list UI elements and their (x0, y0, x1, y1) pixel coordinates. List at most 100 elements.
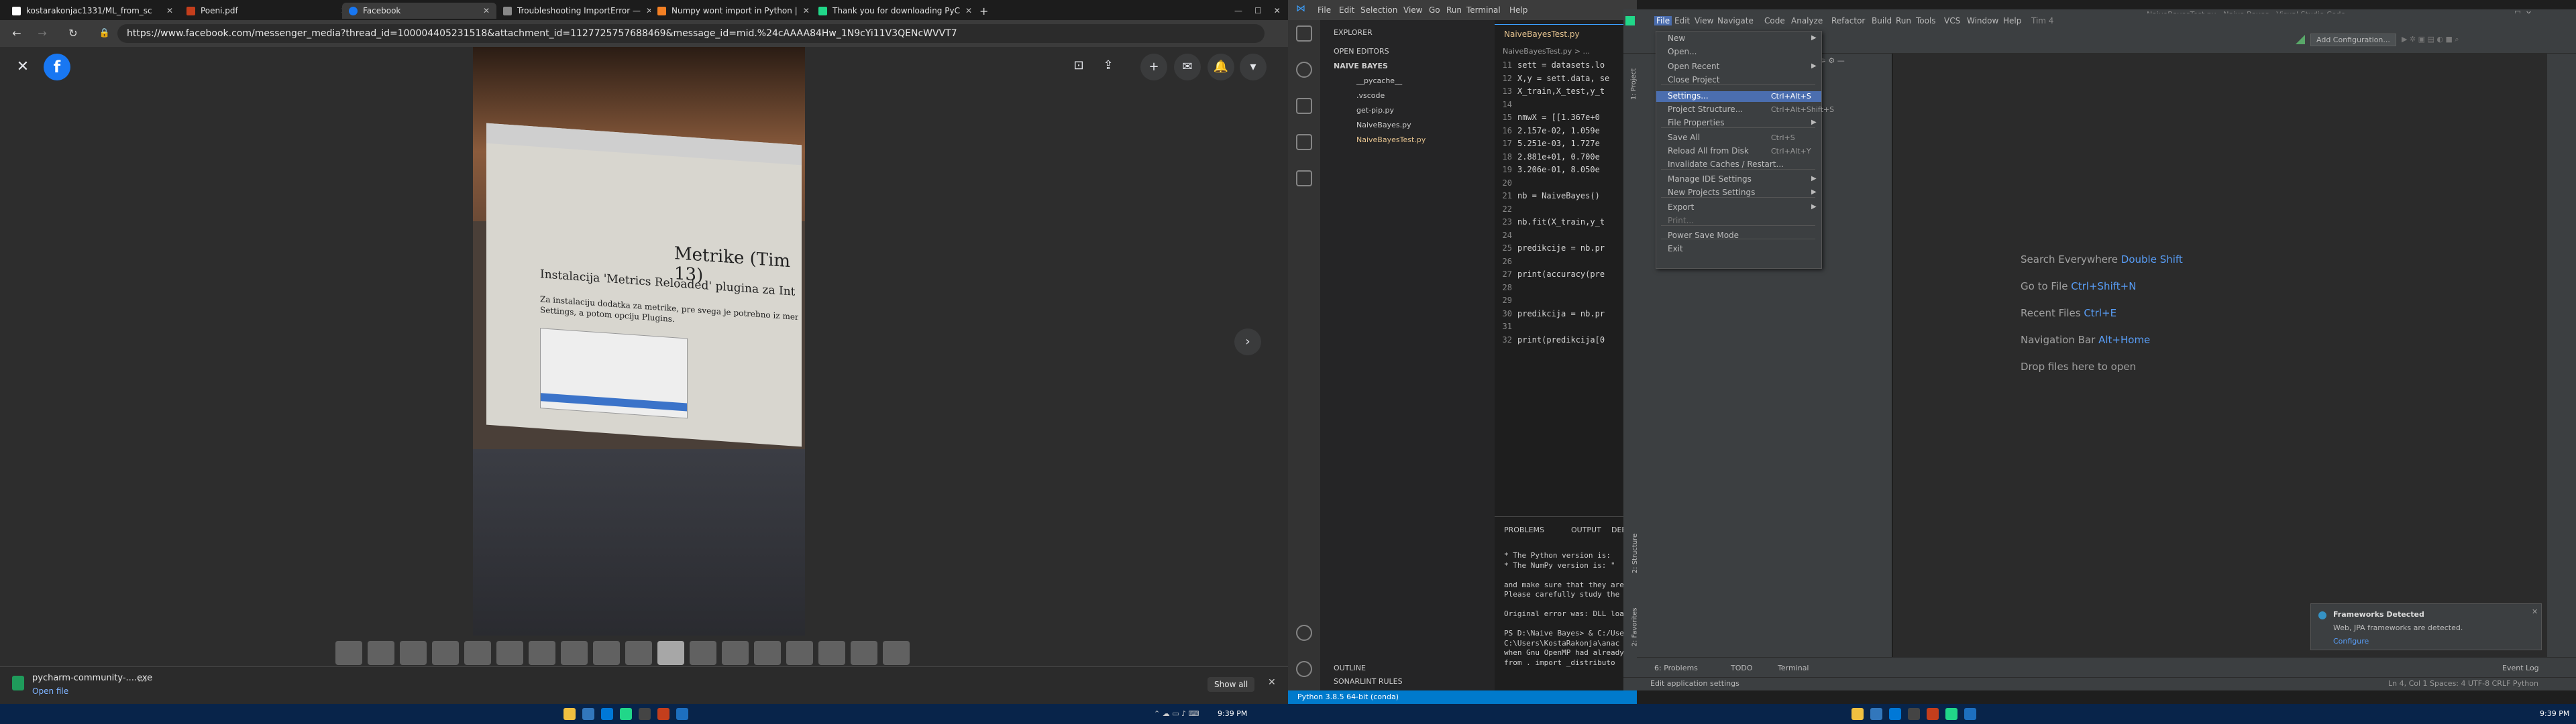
tag-icon[interactable]: ⊡ (1065, 52, 1092, 79)
terminal-icon[interactable] (1908, 708, 1920, 720)
menu-run[interactable]: Run (1446, 5, 1462, 15)
forward-icon[interactable]: → (35, 26, 50, 41)
next-photo-icon[interactable]: › (1234, 328, 1261, 355)
thumbnail[interactable] (368, 641, 394, 665)
panel-tab-output[interactable]: OUTPUT (1571, 526, 1601, 534)
file-menu-item[interactable]: Reload All from Disk (1668, 146, 1749, 156)
facebook-logo[interactable]: f (44, 54, 70, 80)
menu-help[interactable]: Help (2003, 16, 2021, 25)
menu-file[interactable]: File (1318, 5, 1331, 15)
code-line[interactable]: X,y = sett.data, se (1517, 74, 1635, 83)
thumbnail[interactable] (883, 641, 910, 665)
menu-navigate[interactable]: Navigate (1717, 16, 1754, 25)
editor-tab[interactable]: NaiveBayesTest.py (1495, 24, 1637, 43)
app-icon[interactable] (1964, 708, 1976, 720)
browser-tab[interactable]: Numpy wont import in Python | ✕ (651, 3, 812, 19)
menu-run[interactable]: Run (1896, 16, 1911, 25)
explorer-item[interactable]: get-pip.py (1356, 106, 1394, 115)
close-icon[interactable]: ✕ (2532, 607, 2538, 616)
explorer-item[interactable]: NaiveBayes.py (1356, 121, 1411, 129)
download-filename[interactable]: pycharm-community-....exe (32, 673, 152, 683)
close-window-icon[interactable]: ✕ (1274, 6, 1281, 15)
settings-gear-icon[interactable] (1296, 661, 1312, 677)
menu-build[interactable]: Build (1872, 16, 1892, 25)
code-line[interactable]: 5.251e-03, 1.727e (1517, 139, 1635, 148)
show-all-button[interactable]: Show all (1208, 677, 1255, 692)
file-menu-item[interactable]: Open Recent (1668, 62, 1719, 71)
terminal-line[interactable]: * The Python version is: (1504, 551, 1642, 560)
code-line[interactable]: 2.157e-02, 1.059e (1517, 126, 1635, 135)
browser-tab-active[interactable]: Facebook ✕ (342, 3, 496, 19)
code-line[interactable]: 3.206e-01, 8.050e (1517, 165, 1635, 174)
file-menu-item[interactable]: Print... (1668, 216, 1694, 225)
explorer-item[interactable]: __pycache__ (1356, 76, 1402, 85)
new-tab-button[interactable]: + (973, 3, 993, 19)
vscode-icon[interactable] (1889, 708, 1901, 720)
status-right-info[interactable]: Ln 4, Col 1 Spaces: 4 UTF-8 CRLF Python (2388, 679, 2538, 688)
code-line[interactable]: nmwX = [[1.367e+0 (1517, 113, 1635, 122)
minimize-icon[interactable]: — (1234, 6, 1242, 15)
event-log-tool-tab[interactable]: Event Log (2502, 664, 2539, 672)
terminal-line[interactable]: * The NumPy version is: " (1504, 561, 1642, 570)
more-options-icon[interactable]: ⋯ (138, 676, 147, 686)
code-line[interactable]: nb = NaiveBayes() (1517, 191, 1635, 200)
panel-tab-problems[interactable]: PROBLEMS (1504, 526, 1544, 534)
file-menu-item[interactable]: Manage IDE Settings (1668, 174, 1752, 184)
terminal-line[interactable]: Original error was: DLL loa (1504, 609, 1642, 618)
python-interpreter[interactable]: Python 3.8.5 64-bit (conda) (1297, 692, 1399, 701)
url-field[interactable]: https://www.facebook.com/messenger_media… (117, 24, 1265, 43)
open-editors-section[interactable]: OPEN EDITORS (1334, 47, 1389, 56)
terminal-line[interactable]: when Gnu OpenMP had already (1504, 648, 1642, 657)
terminal-line[interactable]: Please carefully study the (1504, 590, 1642, 599)
pycharm-icon[interactable] (1945, 708, 1957, 720)
explorer-item[interactable]: .vscode (1356, 91, 1385, 100)
menu-edit[interactable]: Edit (1339, 5, 1354, 15)
code-line[interactable]: sett = datasets.lo (1517, 60, 1635, 70)
menu-tools[interactable]: Tools (1916, 16, 1936, 25)
file-menu-item[interactable]: Export (1668, 202, 1694, 212)
toolbar-icons[interactable]: ▶ ✲ ▣ ▤ ◐ ■ ⌕ (2402, 35, 2459, 44)
vscode-icon[interactable] (601, 708, 613, 720)
messenger-icon[interactable]: ✉ (1174, 54, 1201, 80)
menu-view[interactable]: View (1695, 16, 1713, 25)
file-menu-item[interactable]: Open... (1668, 47, 1697, 56)
terminal-tool-tab[interactable]: Terminal (1778, 664, 1809, 672)
thumbnail[interactable] (464, 641, 491, 665)
file-menu-item[interactable]: Power Save Mode (1668, 231, 1739, 240)
app-icon[interactable] (1927, 708, 1939, 720)
terminal-line[interactable]: C:\Users\KostaRakonja\anac (1504, 639, 1642, 648)
pycharm-icon[interactable] (620, 708, 632, 720)
open-file-link[interactable]: Open file (32, 686, 68, 696)
close-icon[interactable]: ✕ (9, 54, 36, 80)
thumbnail[interactable] (432, 641, 459, 665)
code-line[interactable]: predikcije = nb.pr (1517, 243, 1635, 253)
folder-section[interactable]: NAIVE BAYES (1334, 62, 1388, 70)
sonarlint-section[interactable]: SONARLINT RULES (1334, 677, 1403, 686)
app-icon[interactable] (657, 708, 669, 720)
breadcrumb[interactable]: NaiveBayesTest.py > ... (1503, 47, 1590, 56)
browser-tab[interactable]: Troubleshooting ImportError — ✕ (496, 3, 651, 19)
thumbnail[interactable] (818, 641, 845, 665)
problems-tool-tab[interactable]: 6: Problems (1654, 664, 1698, 672)
edge-icon[interactable] (582, 708, 594, 720)
file-menu-item[interactable]: New Projects Settings (1668, 188, 1755, 197)
maximize-icon[interactable]: ☐ (1254, 6, 1262, 15)
thumbnail[interactable] (722, 641, 749, 665)
code-line[interactable]: X_train,X_test,y_t (1517, 86, 1635, 96)
thumbnail[interactable] (593, 641, 620, 665)
thumbnail[interactable] (529, 641, 555, 665)
new-icon[interactable]: + (1140, 54, 1167, 80)
app-icon[interactable] (676, 708, 688, 720)
browser-tab[interactable]: Poeni.pdf✕ (180, 3, 354, 19)
thumbnail[interactable] (561, 641, 588, 665)
tray-icons[interactable]: ⌃ ☁ ▭ ♪ ⌨ (1154, 709, 1199, 718)
thumbnail[interactable] (754, 641, 781, 665)
thumbnail[interactable] (786, 641, 813, 665)
menu-selection[interactable]: Selection (1360, 5, 1397, 15)
source-control-icon[interactable] (1296, 98, 1312, 114)
chevron-down-icon[interactable]: ▾ (1240, 54, 1267, 80)
search-icon[interactable] (1296, 62, 1312, 78)
file-menu-item[interactable]: Exit (1668, 244, 1683, 253)
thumbnail[interactable] (496, 641, 523, 665)
todo-tool-tab[interactable]: TODO (1731, 664, 1753, 672)
